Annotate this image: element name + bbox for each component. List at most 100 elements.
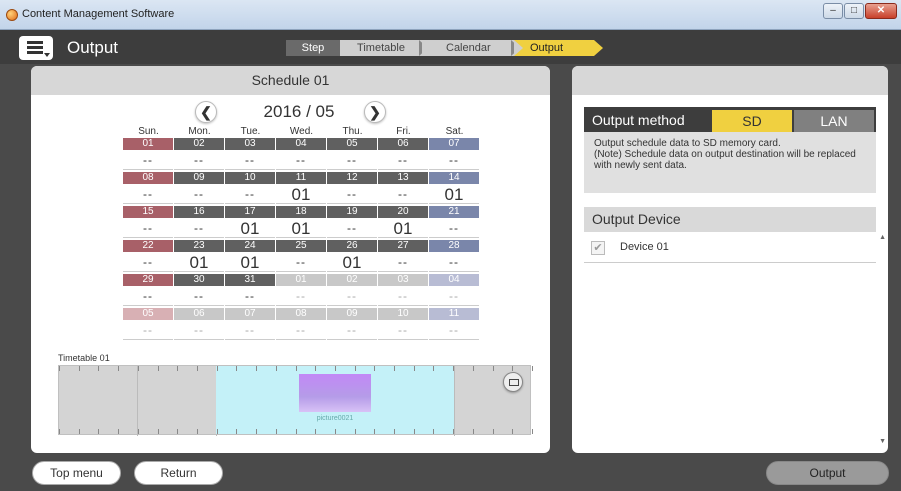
calendar-day-cell[interactable]: 22 -- xyxy=(123,240,173,272)
timeline-tick xyxy=(276,366,277,371)
calendar-day-cell[interactable]: 03 -- xyxy=(378,274,428,306)
timeline-tick xyxy=(59,366,60,371)
calendar-day-cell[interactable]: 18 01 xyxy=(276,206,326,238)
device-checkbox[interactable]: ✔ xyxy=(591,241,605,255)
calendar-day-cell[interactable]: 09 -- xyxy=(174,172,224,204)
next-month-button[interactable]: ❯ xyxy=(364,101,386,123)
output-device-title: Output Device xyxy=(584,207,876,232)
calendar-day-cell[interactable]: 01 -- xyxy=(123,138,173,170)
maximize-icon[interactable]: □ xyxy=(844,3,864,19)
calendar-day-cell[interactable]: 08 -- xyxy=(276,308,326,340)
calendar-day-cell[interactable]: 10 -- xyxy=(225,172,275,204)
calendar-day-cell[interactable]: 14 01 xyxy=(429,172,479,204)
calendar-day-cell[interactable]: 07 -- xyxy=(225,308,275,340)
calendar-day-cell[interactable]: 23 01 xyxy=(174,240,224,272)
day-timetable-value: -- xyxy=(225,150,275,170)
timetable-content-block[interactable]: picture0021 xyxy=(216,366,454,434)
hamburger-menu-icon[interactable] xyxy=(19,36,53,60)
day-number: 15 xyxy=(123,206,173,218)
calendar-day-cell[interactable]: 13 -- xyxy=(378,172,428,204)
top-menu-button[interactable]: Top menu xyxy=(32,461,121,485)
scroll-down-icon[interactable]: ▼ xyxy=(879,438,886,445)
calendar-day-cell[interactable]: 05 -- xyxy=(327,138,377,170)
timeline-tick xyxy=(296,366,297,371)
window-titlebar: Content Management Software – □ ✕ xyxy=(0,0,901,30)
timeline-tick xyxy=(118,366,119,371)
timeline-tick xyxy=(138,366,139,371)
calendar-day-cell[interactable]: 12 -- xyxy=(327,172,377,204)
calendar-day-cell[interactable]: 26 01 xyxy=(327,240,377,272)
calendar-day-cell[interactable]: 20 01 xyxy=(378,206,428,238)
weekday-label: Thu. xyxy=(342,126,363,137)
calendar-day-cell[interactable]: 11 01 xyxy=(276,172,326,204)
calendar-day-cell[interactable]: 25 -- xyxy=(276,240,326,272)
timeline-tick xyxy=(394,366,395,371)
day-timetable-value: -- xyxy=(276,252,326,272)
expand-icon xyxy=(509,379,519,386)
lan-button[interactable]: LAN xyxy=(794,110,874,132)
calendar-day-cell[interactable]: 03 -- xyxy=(225,138,275,170)
calendar-day-cell[interactable]: 16 -- xyxy=(174,206,224,238)
schedule-panel: Schedule 01 ❮ 2016 / 05 ❯ Sun. Mon. Tue.… xyxy=(31,66,550,453)
calendar-day-cell[interactable]: 11 -- xyxy=(429,308,479,340)
close-icon[interactable]: ✕ xyxy=(865,3,897,19)
calendar-day-cell[interactable]: 07 -- xyxy=(429,138,479,170)
day-number: 02 xyxy=(327,274,377,286)
calendar-day-cell[interactable]: 05 -- xyxy=(123,308,173,340)
expand-timeline-button[interactable] xyxy=(503,372,523,392)
day-number: 09 xyxy=(174,172,224,184)
description-line: Output schedule data to SD memory card. xyxy=(594,138,781,149)
calendar-day-cell[interactable]: 08 -- xyxy=(123,172,173,204)
timeline-tick xyxy=(453,429,454,434)
day-number: 10 xyxy=(378,308,428,320)
calendar-day-cell[interactable]: 17 01 xyxy=(225,206,275,238)
step-timetable: Timetable xyxy=(340,40,431,56)
calendar-day-cell[interactable]: 28 -- xyxy=(429,240,479,272)
day-timetable-value: 01 xyxy=(276,218,326,238)
timeline-tick xyxy=(158,366,159,371)
timeline-tick xyxy=(276,429,277,434)
day-number: 01 xyxy=(123,138,173,150)
day-number: 30 xyxy=(174,274,224,286)
calendar-week-row: 08 -- 09 -- 10 -- 11 01 12 -- 13 -- 14 01 xyxy=(123,172,482,206)
calendar-day-cell[interactable]: 09 -- xyxy=(327,308,377,340)
timeline-tick xyxy=(433,366,434,371)
day-timetable-value: -- xyxy=(429,252,479,272)
output-button[interactable]: Output xyxy=(766,461,889,485)
calendar-day-cell[interactable]: 06 -- xyxy=(174,308,224,340)
calendar-day-cell[interactable]: 31 -- xyxy=(225,274,275,306)
day-number: 17 xyxy=(225,206,275,218)
list-item[interactable]: ✔ Device 01 xyxy=(584,232,876,263)
app-header: Output Step Timetable Calendar Output xyxy=(0,30,901,64)
minimize-icon[interactable]: – xyxy=(823,3,843,19)
calendar-day-cell[interactable]: 21 -- xyxy=(429,206,479,238)
timeline-tick xyxy=(315,366,316,371)
timeline-tick xyxy=(453,366,454,371)
calendar-day-cell[interactable]: 04 -- xyxy=(276,138,326,170)
timeline-tick xyxy=(197,429,198,434)
day-number: 21 xyxy=(429,206,479,218)
timeline-tick xyxy=(493,366,494,371)
calendar-day-cell[interactable]: 30 -- xyxy=(174,274,224,306)
day-timetable-value: -- xyxy=(225,320,275,340)
calendar-week-row: 01 -- 02 -- 03 -- 04 -- 05 -- 06 -- 07 -- xyxy=(123,138,482,172)
calendar-day-cell[interactable]: 29 -- xyxy=(123,274,173,306)
calendar-day-cell[interactable]: 27 -- xyxy=(378,240,428,272)
calendar-day-cell[interactable]: 01 -- xyxy=(276,274,326,306)
calendar-day-cell[interactable]: 24 01 xyxy=(225,240,275,272)
page-title: Output xyxy=(67,38,119,57)
sd-button[interactable]: SD xyxy=(712,110,792,132)
calendar-day-cell[interactable]: 02 -- xyxy=(174,138,224,170)
day-number: 01 xyxy=(276,274,326,286)
day-timetable-value: 01 xyxy=(378,218,428,238)
calendar-day-cell[interactable]: 06 -- xyxy=(378,138,428,170)
previous-month-button[interactable]: ❮ xyxy=(195,101,217,123)
calendar-day-cell[interactable]: 15 -- xyxy=(123,206,173,238)
timeline-tick xyxy=(473,429,474,434)
scroll-up-icon[interactable]: ▲ xyxy=(879,234,886,241)
calendar-day-cell[interactable]: 19 -- xyxy=(327,206,377,238)
calendar-day-cell[interactable]: 10 -- xyxy=(378,308,428,340)
calendar-day-cell[interactable]: 02 -- xyxy=(327,274,377,306)
return-button[interactable]: Return xyxy=(134,461,223,485)
calendar-day-cell[interactable]: 04 -- xyxy=(429,274,479,306)
